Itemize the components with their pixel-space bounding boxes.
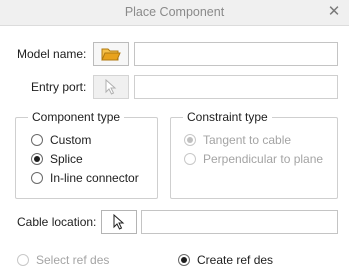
radio-splice[interactable]: Splice — [31, 151, 83, 167]
radio-custom[interactable]: Custom — [31, 132, 91, 148]
window-title: Place Component — [124, 5, 225, 19]
radio-select-ref-des-indicator — [17, 254, 29, 266]
radio-select-ref-des: Select ref des — [17, 252, 109, 268]
radio-perpendicular-indicator — [184, 153, 196, 165]
folder-open-icon — [101, 48, 121, 61]
pointer-arrow-icon — [105, 79, 117, 95]
radio-create-ref-des-label: Create ref des — [197, 253, 274, 267]
constraint-type-title: Constraint type — [183, 110, 272, 124]
close-icon: ✕ — [327, 3, 341, 20]
entry-port-input — [134, 75, 338, 99]
cable-location-label: Cable location: — [17, 215, 97, 229]
component-type-title: Component type — [28, 110, 125, 124]
radio-custom-label: Custom — [50, 133, 92, 147]
radio-tangent-label: Tangent to cable — [203, 133, 292, 147]
model-name-input[interactable] — [134, 42, 338, 66]
radio-splice-indicator — [31, 153, 43, 165]
title-bar: Place Component ✕ — [0, 0, 349, 26]
entry-port-label: Entry port: — [31, 80, 87, 94]
model-name-label: Model name: — [17, 47, 87, 61]
select-cable-location-button[interactable] — [101, 210, 137, 234]
radio-inline-connector-indicator — [31, 172, 43, 184]
pointer-arrow-icon — [113, 214, 125, 230]
radio-inline-connector-label: In-line connector — [50, 171, 139, 185]
radio-tangent-indicator — [184, 134, 196, 146]
radio-inline-connector[interactable]: In-line connector — [31, 170, 139, 186]
browse-model-button[interactable] — [93, 42, 129, 66]
radio-select-ref-des-label: Select ref des — [36, 253, 110, 267]
radio-create-ref-des-indicator — [178, 254, 190, 266]
close-button[interactable]: ✕ — [325, 3, 343, 21]
cable-location-input[interactable] — [141, 210, 338, 234]
radio-create-ref-des[interactable]: Create ref des — [178, 252, 273, 268]
radio-perpendicular-label: Perpendicular to plane — [203, 152, 324, 166]
radio-tangent-to-cable: Tangent to cable — [184, 132, 291, 148]
radio-splice-label: Splice — [50, 152, 83, 166]
radio-perpendicular-to-plane: Perpendicular to plane — [184, 151, 323, 167]
radio-custom-indicator — [31, 134, 43, 146]
select-entry-port-button — [93, 75, 129, 99]
